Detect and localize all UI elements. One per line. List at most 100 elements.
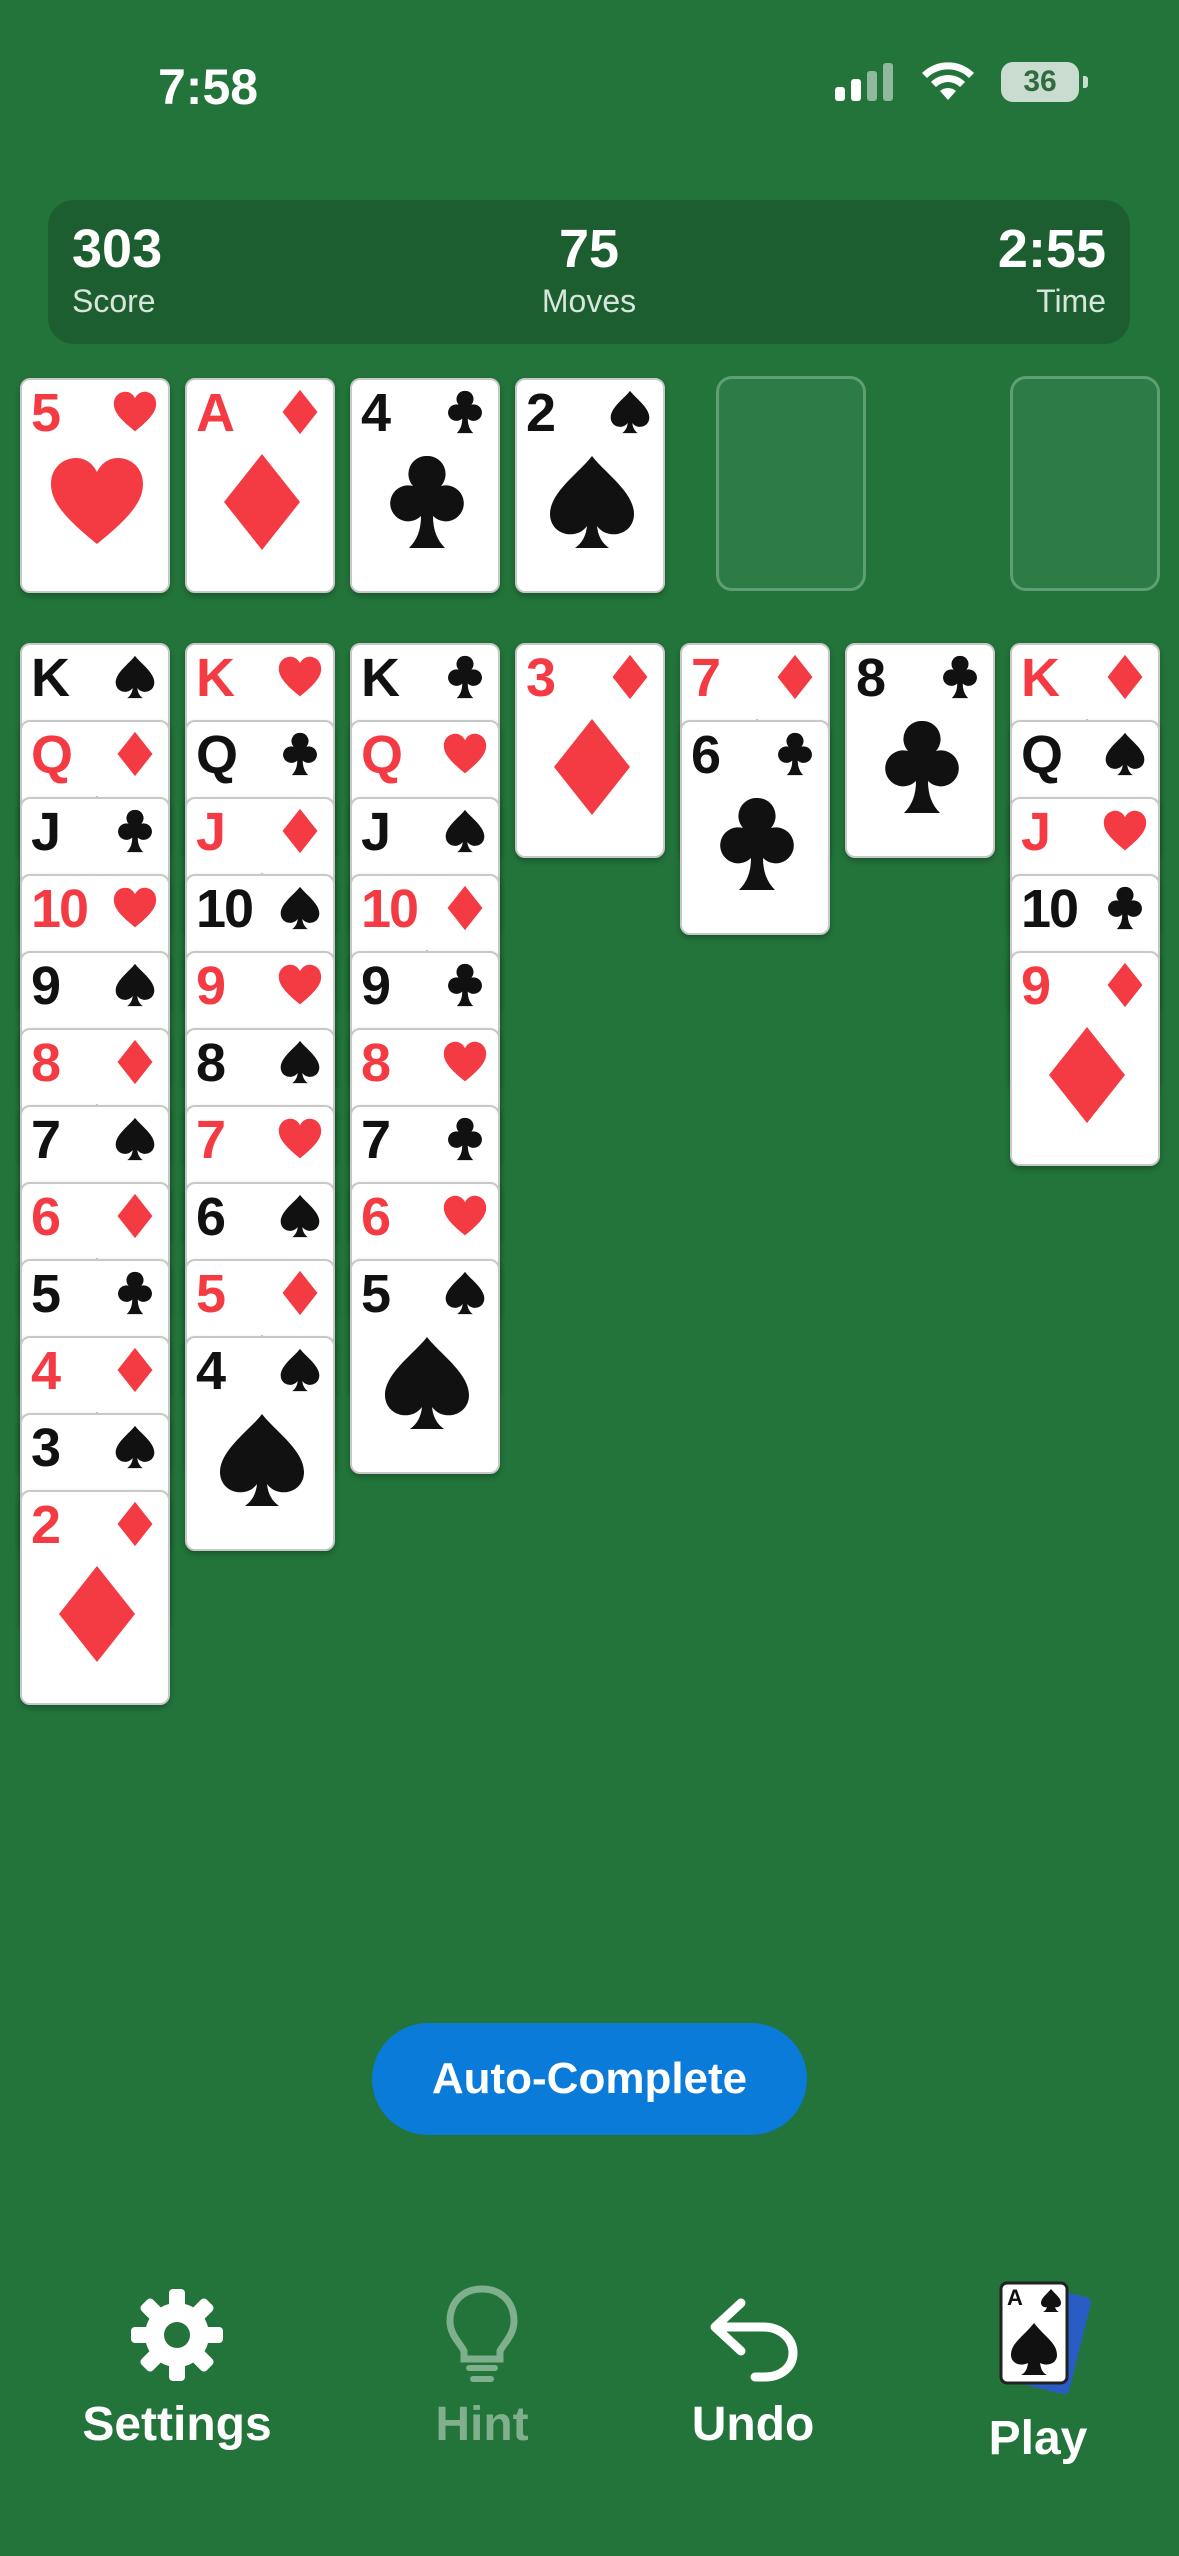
card-rank: 4 (196, 1341, 226, 1401)
card-rank: 2 (526, 383, 556, 443)
spade-suit-icon (610, 390, 650, 434)
spade-suit-icon (115, 655, 155, 699)
heart-suit-icon (278, 656, 322, 697)
card-rank: 2 (31, 1495, 61, 1555)
undo-button[interactable]: Undo (623, 2285, 883, 2452)
spade-suit-icon (115, 963, 155, 1007)
card-rank: J (361, 802, 391, 862)
diamond-suit-icon (777, 654, 813, 700)
diamond-suit-icon (117, 731, 153, 777)
heart-suit-icon (443, 733, 487, 774)
club-suit-icon (448, 390, 482, 434)
card-rank: 4 (31, 1341, 61, 1401)
card-rank: 7 (691, 648, 721, 708)
tableau-card[interactable]: 2 (20, 1490, 170, 1705)
card-rank: 3 (31, 1418, 61, 1478)
settings-button[interactable]: Settings (47, 2285, 307, 2452)
card-rank: J (31, 802, 61, 862)
settings-label: Settings (82, 2398, 272, 2451)
spade-suit-icon (445, 1271, 485, 1315)
diamond-suit-icon (612, 654, 648, 700)
card-rank: 7 (196, 1110, 226, 1170)
heart-suit-icon (113, 391, 157, 432)
card-rank: 5 (31, 1264, 61, 1324)
spade-suit-icon (280, 1194, 320, 1238)
moves-label: Moves (541, 283, 637, 320)
hint-button[interactable]: Hint (352, 2285, 612, 2452)
card-rank: A (196, 383, 235, 443)
card-rank: 6 (691, 725, 721, 785)
heart-suit-icon (113, 887, 157, 928)
foundation-card[interactable]: A (185, 378, 335, 593)
card-rank: 5 (361, 1264, 391, 1324)
card-rank: Q (361, 725, 403, 785)
spade-suit-icon (385, 1337, 469, 1429)
club-suit-icon (390, 455, 464, 548)
club-suit-icon (283, 732, 317, 776)
card-rank: 10 (196, 879, 254, 939)
card-rank: 7 (31, 1110, 61, 1170)
club-suit-icon (448, 1117, 482, 1161)
card-rank: 6 (196, 1187, 226, 1247)
tableau-card[interactable]: 9 (1010, 951, 1160, 1166)
undo-icon (710, 2298, 798, 2382)
card-rank: Q (31, 725, 73, 785)
wifi-icon (922, 62, 974, 100)
tableau-card[interactable]: 5 (350, 1259, 500, 1474)
card-rank: 10 (1021, 879, 1079, 939)
diamond-suit-icon (59, 1566, 135, 1662)
auto-complete-button[interactable]: Auto-Complete (372, 2023, 807, 2135)
free-cell-slot[interactable] (716, 376, 866, 591)
tableau-card[interactable]: 4 (185, 1336, 335, 1551)
tableau-card[interactable]: 6 (680, 720, 830, 935)
diamond-suit-icon (1107, 962, 1143, 1008)
club-suit-icon (448, 963, 482, 1007)
card-rank: 5 (196, 1264, 226, 1324)
diamond-suit-icon (1107, 654, 1143, 700)
card-rank: 4 (361, 383, 391, 443)
diamond-suit-icon (282, 389, 318, 435)
time-stat: 2:55 Time (997, 219, 1106, 320)
club-suit-icon (118, 1271, 152, 1315)
card-rank: J (1021, 802, 1051, 862)
card-rank: K (31, 648, 70, 708)
moves-stat: 75 Moves (48, 219, 1130, 320)
play-button[interactable]: A Play (908, 2281, 1168, 2466)
diamond-suit-icon (224, 454, 300, 550)
tableau-card[interactable]: 3 (515, 643, 665, 858)
diamond-suit-icon (282, 808, 318, 854)
card-rank: 8 (856, 648, 886, 708)
tableau-card[interactable]: 8 (845, 643, 995, 858)
foundation-card[interactable]: 5 (20, 378, 170, 593)
card-rank: K (361, 648, 400, 708)
club-suit-icon (778, 732, 812, 776)
club-suit-icon (885, 720, 959, 813)
battery-icon: 36 (1001, 62, 1088, 102)
spade-suit-icon (550, 456, 634, 548)
diamond-suit-icon (117, 1039, 153, 1085)
time-value: 2:55 (997, 219, 1106, 279)
card-rank: Q (196, 725, 238, 785)
undo-label: Undo (691, 2398, 815, 2451)
club-suit-icon (1108, 886, 1142, 930)
card-rank: 10 (361, 879, 419, 939)
foundation-card[interactable]: 2 (515, 378, 665, 593)
spade-suit-icon (280, 1348, 320, 1392)
lightbulb-icon (446, 2285, 518, 2382)
time-label: Time (1036, 283, 1106, 320)
club-suit-icon (448, 655, 482, 699)
diamond-suit-icon (554, 719, 630, 815)
card-rank: 5 (31, 383, 61, 443)
card-rank: 9 (1021, 956, 1051, 1016)
diamond-suit-icon (117, 1347, 153, 1393)
spade-suit-icon (220, 1414, 304, 1506)
card-rank: 8 (31, 1033, 61, 1093)
spade-suit-icon (445, 809, 485, 853)
free-cell-slot[interactable] (1010, 376, 1160, 591)
diamond-suit-icon (117, 1193, 153, 1239)
spade-suit-icon (115, 1425, 155, 1469)
card-rank: 8 (196, 1033, 226, 1093)
spade-suit-icon (115, 1117, 155, 1161)
moves-value: 75 (558, 219, 620, 279)
foundation-card[interactable]: 4 (350, 378, 500, 593)
